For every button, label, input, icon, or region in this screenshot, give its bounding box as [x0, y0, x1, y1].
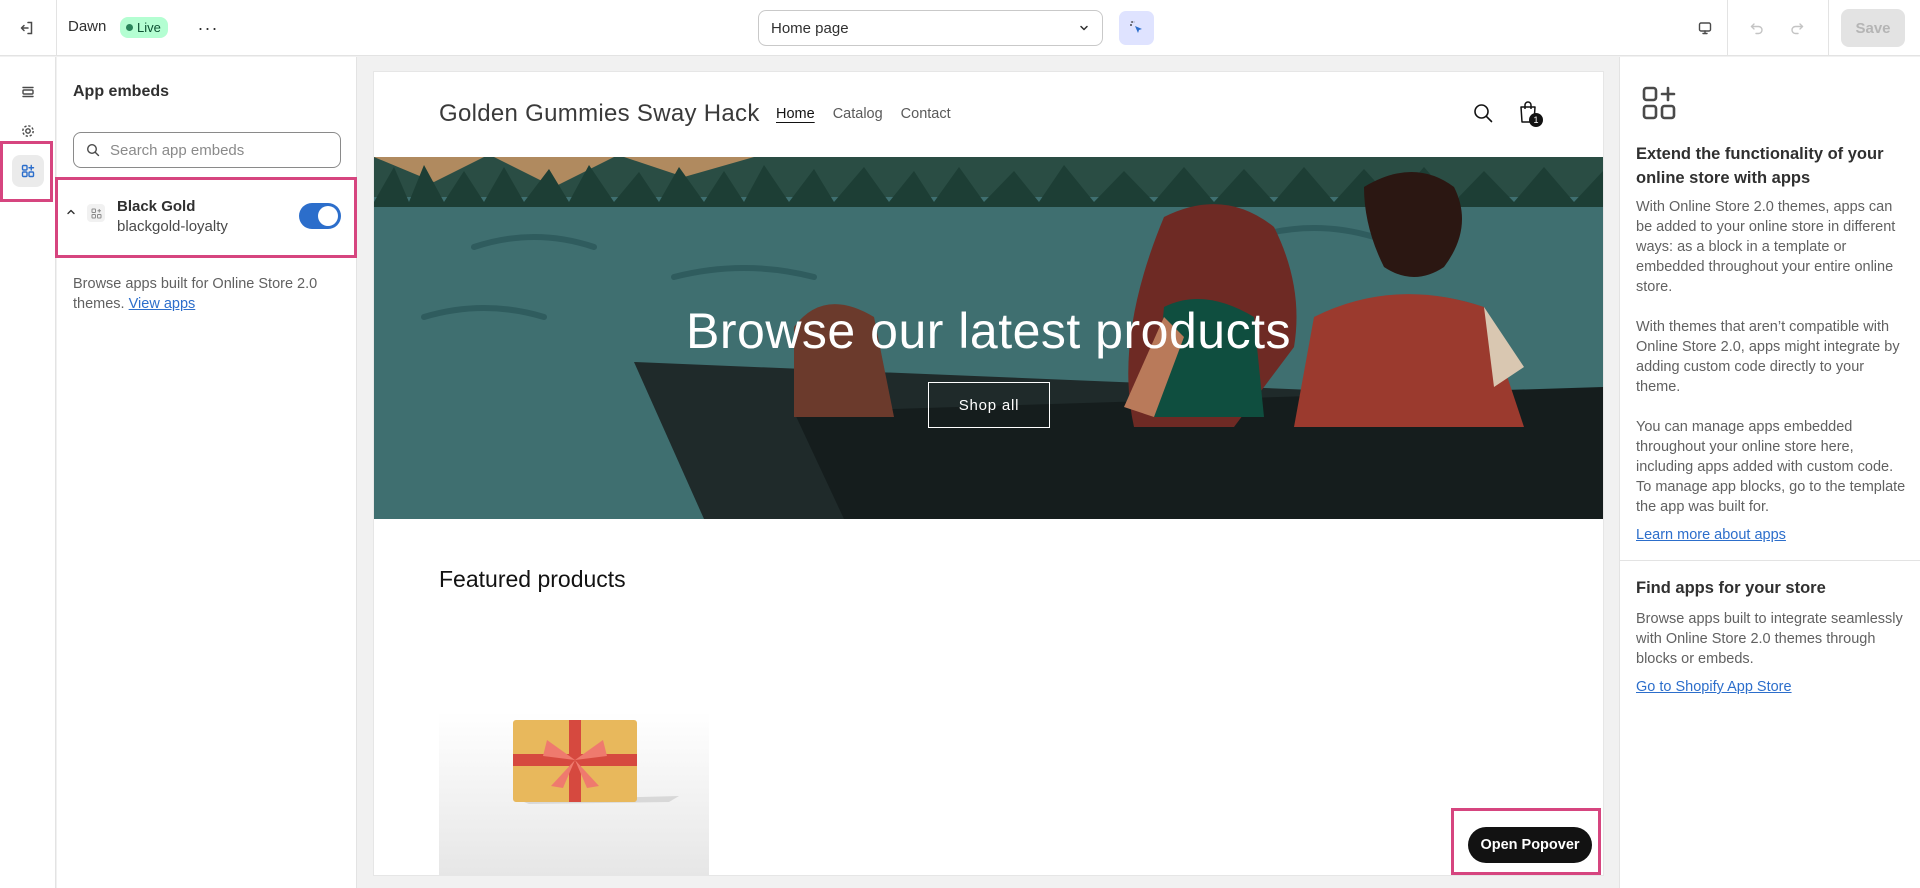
app-store-link[interactable]: Go to Shopify App Store: [1636, 679, 1792, 695]
hero-title: Browse our latest products: [686, 303, 1291, 359]
product-card[interactable]: [439, 712, 709, 875]
info-paragraph: With Online Store 2.0 themes, apps can b…: [1636, 199, 1896, 295]
inspector-icon: [1129, 20, 1145, 36]
divider: [1828, 0, 1829, 56]
exit-icon: [19, 20, 35, 36]
gift-card-image: [513, 720, 679, 804]
page-selector[interactable]: Home page: [758, 10, 1103, 46]
panel-title: App embeds: [73, 83, 170, 100]
nav-link-catalog[interactable]: Catalog: [833, 106, 883, 122]
search-icon: [86, 143, 100, 157]
gear-icon: [20, 123, 36, 139]
icon-rail: [0, 57, 56, 888]
store-preview: Golden Gummies Sway Hack Home Catalog Co…: [374, 72, 1603, 875]
info-heading: Extend the functionality of your online …: [1636, 145, 1884, 187]
app-embed-handle: blackgold-loyalty: [117, 218, 228, 235]
app-embeds-nav-button[interactable]: [12, 155, 44, 187]
device-preview-button[interactable]: [1690, 14, 1720, 42]
page-selector-value: Home page: [771, 19, 849, 37]
divider: [1620, 560, 1920, 561]
store-name[interactable]: Golden Gummies Sway Hack: [439, 100, 760, 128]
search-field[interactable]: [73, 132, 341, 168]
live-badge-label: Live: [137, 20, 161, 35]
app-embeds-icon: [20, 163, 36, 179]
nav-link-contact[interactable]: Contact: [901, 106, 951, 122]
view-apps-link[interactable]: View apps: [129, 296, 196, 312]
cart-count-badge: 1: [1529, 113, 1543, 127]
app-embed-name: Black Gold: [117, 198, 196, 215]
sections-nav-button[interactable]: [12, 76, 44, 108]
save-button[interactable]: Save: [1841, 9, 1905, 47]
theme-name: Dawn: [68, 18, 107, 35]
info-paragraph: You can manage apps embedded throughout …: [1636, 419, 1906, 515]
browse-apps-text: Browse apps built for Online Store 2.0 t…: [73, 274, 343, 314]
shop-all-button[interactable]: Shop all: [928, 382, 1050, 428]
live-dot-icon: [126, 24, 133, 31]
exit-button[interactable]: [8, 10, 46, 46]
featured-products-title: Featured products: [439, 566, 626, 592]
find-apps-text: Browse apps built to integrate seamlessl…: [1636, 611, 1903, 667]
chevron-down-icon: [1078, 22, 1090, 34]
more-actions-button[interactable]: ···: [193, 14, 223, 42]
nav-link-home[interactable]: Home: [776, 106, 815, 122]
divider: [1727, 0, 1728, 56]
theme-settings-nav-button[interactable]: [12, 115, 44, 147]
learn-more-link[interactable]: Learn more about apps: [1636, 527, 1786, 543]
app-embeds-icon: [1642, 86, 1676, 120]
info-body: With Online Store 2.0 themes, apps can b…: [1636, 197, 1906, 537]
info-panel: Extend the functionality of your online …: [1619, 57, 1920, 888]
store-nav: Home Catalog Contact: [776, 106, 951, 122]
app-icon: [87, 204, 105, 222]
sections-icon: [20, 84, 36, 100]
desktop-icon: [1697, 20, 1713, 36]
redo-icon: [1789, 20, 1805, 36]
live-status-badge: Live: [120, 17, 168, 38]
undo-icon: [1749, 20, 1765, 36]
redo-button[interactable]: [1782, 14, 1812, 42]
app-embed-toggle[interactable]: [299, 203, 341, 229]
inspector-toggle-button[interactable]: [1119, 11, 1154, 45]
toggle-knob: [318, 206, 338, 226]
top-bar: Dawn Live ··· Home page Save: [0, 0, 1920, 56]
app-embed-item: Black Gold blackgold-loyalty: [57, 177, 357, 249]
search-input[interactable]: [110, 141, 320, 159]
info-paragraph: With themes that aren’t compatible with …: [1636, 319, 1900, 395]
divider: [56, 0, 57, 56]
app-embeds-panel: App embeds Black Gold blackgold-loyalty …: [57, 57, 357, 888]
store-header: Golden Gummies Sway Hack Home Catalog Co…: [374, 72, 1603, 157]
chevron-up-icon[interactable]: [66, 207, 76, 217]
ellipsis-icon: ···: [197, 17, 219, 38]
hero-banner: Browse our latest products Shop all: [374, 157, 1603, 519]
open-popover-button[interactable]: Open Popover: [1468, 827, 1592, 863]
search-icon[interactable]: [1472, 102, 1494, 124]
find-apps-heading: Find apps for your store: [1636, 579, 1826, 597]
undo-button[interactable]: [1742, 14, 1772, 42]
